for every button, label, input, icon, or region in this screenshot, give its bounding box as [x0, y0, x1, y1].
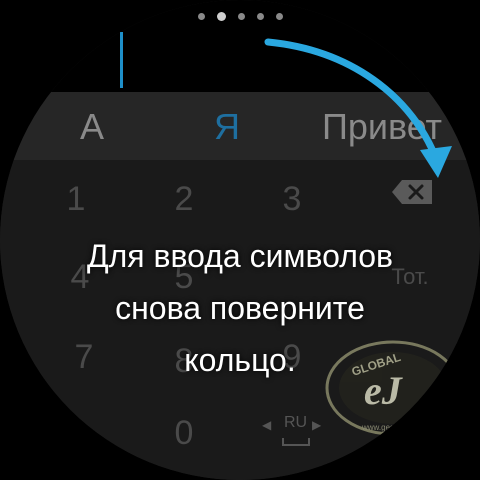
- arrow-left-icon: ◀: [262, 418, 272, 432]
- key-1[interactable]: 1: [46, 180, 106, 219]
- hint-line-2: снова поверните: [115, 290, 365, 326]
- suggestion-1[interactable]: А: [80, 106, 104, 148]
- page-dot: [237, 12, 245, 20]
- watermark-emblem: eJ: [364, 368, 404, 413]
- suggestion-2[interactable]: Я: [214, 106, 240, 148]
- watermark-url: www.gesm.com: [361, 423, 418, 432]
- language-switch-button[interactable]: ◀ RU ▶: [262, 412, 326, 452]
- text-input-area[interactable]: [0, 0, 480, 92]
- language-label: RU: [284, 414, 308, 431]
- page-dot: [197, 12, 205, 20]
- key-3[interactable]: 3: [262, 180, 322, 219]
- page-indicator: [0, 9, 480, 23]
- suggestion-3[interactable]: Привет: [322, 106, 442, 148]
- text-cursor: [120, 32, 123, 88]
- watermark-sub: EASY: [418, 406, 445, 417]
- page-dot: [256, 12, 264, 20]
- key-0[interactable]: 0: [154, 414, 214, 453]
- page-dot: [275, 12, 283, 20]
- hint-line-1: Для ввода символов: [86, 238, 394, 274]
- space-icon: [282, 438, 310, 446]
- key-2[interactable]: 2: [154, 180, 214, 219]
- watch-screen: А Я Привет 1 2 3 4 5 Тот. 7 8 9 0 ◀ RU ▶…: [0, 0, 480, 480]
- page-dot-active: [216, 11, 226, 21]
- backspace-icon[interactable]: [390, 178, 434, 206]
- watermark-logo: GLOBAL eJ EASY www.gesm.com: [325, 340, 461, 436]
